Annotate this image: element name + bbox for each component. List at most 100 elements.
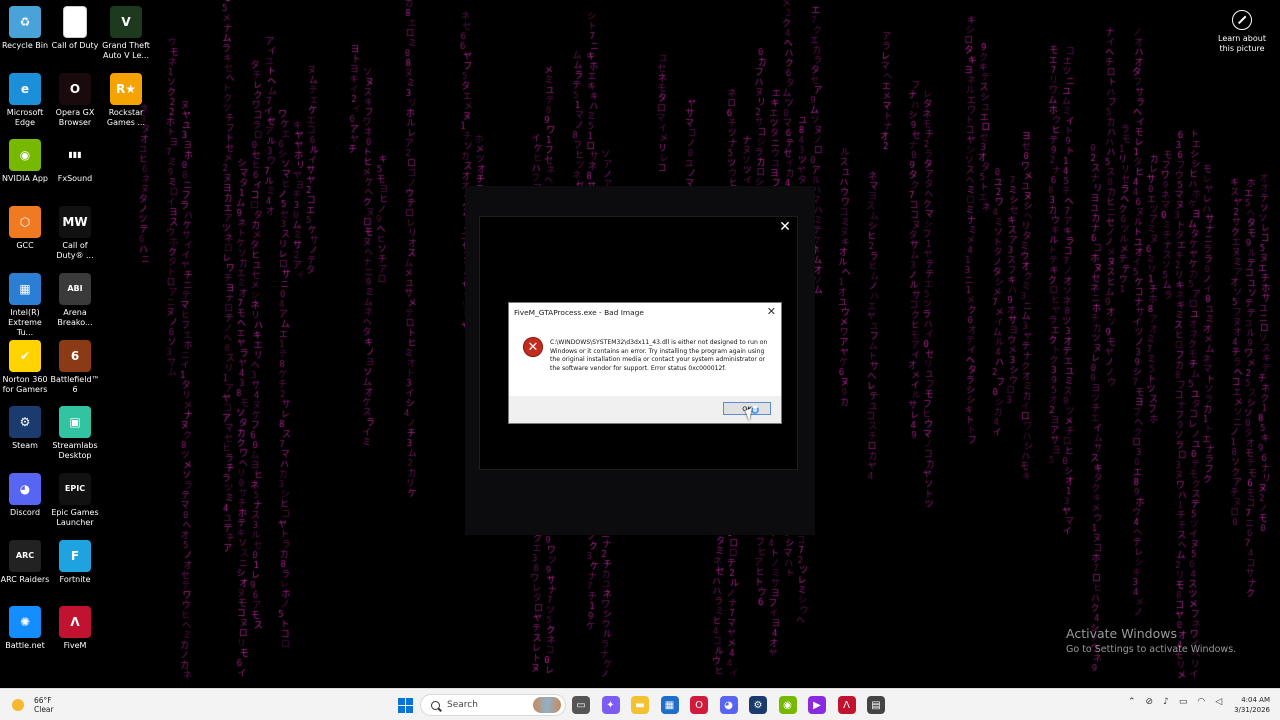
clock-time: 4:04 AM [1241,696,1270,704]
desktop-icon-nvidia[interactable]: ◉ NVIDIA App [0,139,50,184]
copilot-icon[interactable]: ✦ [601,696,620,714]
game-app-taskbar-icon[interactable]: ▶ [808,696,826,714]
epic-games-icon: EPIC [59,472,91,505]
edge-icon: e [9,72,41,105]
fortnite-icon: F [59,539,91,572]
desktop-icon-arc-raiders[interactable]: ARC ARC Raiders [0,539,50,585]
desktop-icon-label: Grand Theft Auto V Le... [102,41,150,60]
desktop-icon-label: Recycle Bin [1,41,49,50]
desktop-icon-recycle-bin[interactable]: ♻ Recycle Bin [0,6,50,51]
watermark-title: Activate Windows [1066,626,1177,641]
desktop-icon-label: Streamlabs Desktop [52,441,98,461]
intel-xtu-icon: ▦ [9,272,41,305]
desktop-icon-steam[interactable]: ⚙ Steam [0,406,50,451]
discord-taskbar-icon[interactable]: ◕ [719,696,738,714]
volume-icon[interactable]: ◁ [1215,697,1222,707]
dialog-title: FiveM_GTAProcess.exe - Bad Image [514,308,644,317]
desktop-icon-label: Microsoft Edge [6,107,44,127]
fivem-taskbar-icon[interactable]: Λ [837,696,856,714]
discord-icon: ◕ [9,472,41,505]
desktop-icon-battlenet[interactable]: ✺ Battle.net [0,606,50,651]
desktop-icon-label: Battle.net [5,641,45,651]
desktop-icon-rockstar[interactable]: R★ Rockstar Games ... [101,72,151,128]
battlefield-icon: 6 [59,339,91,372]
rockstar-icon: R★ [110,72,142,105]
desktop-icon-fortnite[interactable]: F Fortnite [50,539,100,585]
window-taskbar-icon[interactable]: ▤ [867,696,885,714]
weather-temp: 66°F [34,696,52,705]
streamlabs-icon: ▣ [59,406,91,439]
desktop-icon-battlefield[interactable]: 6 Battlefield™ 6 [50,339,100,395]
gta-v-icon: V [110,6,142,38]
desktop-icon-label: Fortnite [59,574,91,584]
desktop-icon-fxsound[interactable]: ▮▮▮ FxSound [50,139,100,184]
network-icon[interactable]: ⊘ [1146,697,1154,707]
system-tray: ⌃ ⊘ ♪ ▭ ◠ ◁ [1128,697,1222,707]
learn-about-picture[interactable]: Learn about this picture [1212,10,1272,54]
desktop-icon-label: Battlefield™ 6 [50,374,100,394]
desktop-icon-norton[interactable]: ✔ Norton 360 for Gamers [0,339,50,395]
desktop: ♻ Recycle Bin Call of Duty V Grand Theft Aut… [0,0,1280,688]
desktop-icon-gta-v[interactable]: V Grand Theft Auto V Le... [101,6,151,61]
display-icon[interactable]: ▭ [1179,697,1188,707]
watermark-subtitle: Go to Settings to activate Windows. [1066,644,1237,655]
steam-icon: ⚙ [9,406,41,439]
dialog-footer: OK [509,396,781,423]
desktop-icon-label: Call of Duty [51,41,99,50]
arena-breakout-icon: ABI [59,272,91,305]
mw-icon: MW [59,206,91,239]
desktop-icon-label: FiveM [63,641,87,651]
battlenet-icon: ✺ [9,606,41,639]
desktop-icon-fivem[interactable]: Λ FiveM [50,606,100,651]
desktop-icon-file[interactable]: Call of Duty [50,6,100,51]
microsoft-store-icon[interactable]: ▦ [660,696,679,714]
steam-taskbar-icon[interactable]: ⚙ [749,696,767,714]
arc-raiders-icon: ARC [9,539,41,572]
desktop-icon-epic-games[interactable]: EPIC Epic Games Launcher [50,472,100,528]
search-icon [431,700,440,710]
nvidia-taskbar-icon[interactable]: ◉ [778,696,797,714]
desktop-icon-gcc[interactable]: ⬡ GCC [0,206,50,251]
taskbar-search[interactable]: Search [420,694,566,716]
desktop-icon-label: FxSound [57,174,93,184]
desktop-icon-mw[interactable]: MW Call of Duty® ... [50,206,100,261]
error-dialog: FiveM_GTAProcess.exe - Bad Image ✕ ✕ C:\… [508,302,782,424]
desktop-icon-label: Call of Duty® ... [56,241,94,261]
search-highlight-icon [533,697,561,713]
clock-date: 3/31/2026 [1234,706,1270,714]
clock[interactable]: 4:04 AM 3/31/2026 [1226,695,1270,715]
desktop-icon-label: NVIDIA App [2,174,48,184]
desktop-icon-label: Intel(R) Extreme Tu... [8,307,42,337]
dialog-message: C:\WINDOWS\SYSTEM32\d3dx11_43.dll is eit… [550,339,768,372]
desktop-icon-label: Arena Breako... [57,307,93,327]
desktop-icon-discord[interactable]: ◕ Discord [0,472,50,518]
desktop-icon-opera-gx[interactable]: O Opera GX Browser [50,72,100,128]
chevron-up-icon[interactable]: ⌃ [1128,697,1136,707]
opera-gx-taskbar-icon[interactable]: O [690,696,708,714]
desktop-icon-arena-breakout[interactable]: ABI Arena Breako... [50,272,100,328]
start-button[interactable] [396,696,414,714]
launcher-close-button[interactable]: ✕ [777,219,793,235]
desktop-icon-intel-xtu[interactable]: ▦ Intel(R) Extreme Tu... [0,272,50,338]
desktop-icon-label: ARC Raiders [0,574,50,584]
weather-widget[interactable]: 66°F Clear [12,694,54,716]
desktop-icon-label: Norton 360 for Gamers [2,374,48,394]
opera-gx-icon: O [59,72,91,105]
desktop-icon-streamlabs[interactable]: ▣ Streamlabs Desktop [50,406,100,461]
desktop-icon-edge[interactable]: e Microsoft Edge [0,72,50,128]
camera-icon [1232,10,1252,30]
gcc-icon: ⬡ [9,206,41,239]
file-explorer-icon[interactable]: ▬ [631,696,649,714]
dialog-close-button[interactable]: ✕ [767,305,776,318]
windows-logo-icon [397,697,413,713]
desktop-icon-label: GCC [16,241,34,251]
desktop-icon-label: Epic Games Launcher [51,507,99,527]
moon-weather-icon [12,699,24,711]
task-view-icon[interactable]: ▭ [572,696,590,714]
weather-condition: Clear [34,705,54,714]
fivem-icon: Λ [59,606,91,639]
dialog-titlebar: FiveM_GTAProcess.exe - Bad Image ✕ [509,303,781,323]
wifi-icon[interactable]: ◠ [1197,697,1205,707]
microphone-icon[interactable]: ♪ [1163,697,1169,707]
learn-about-label: Learn about this picture [1218,34,1266,53]
